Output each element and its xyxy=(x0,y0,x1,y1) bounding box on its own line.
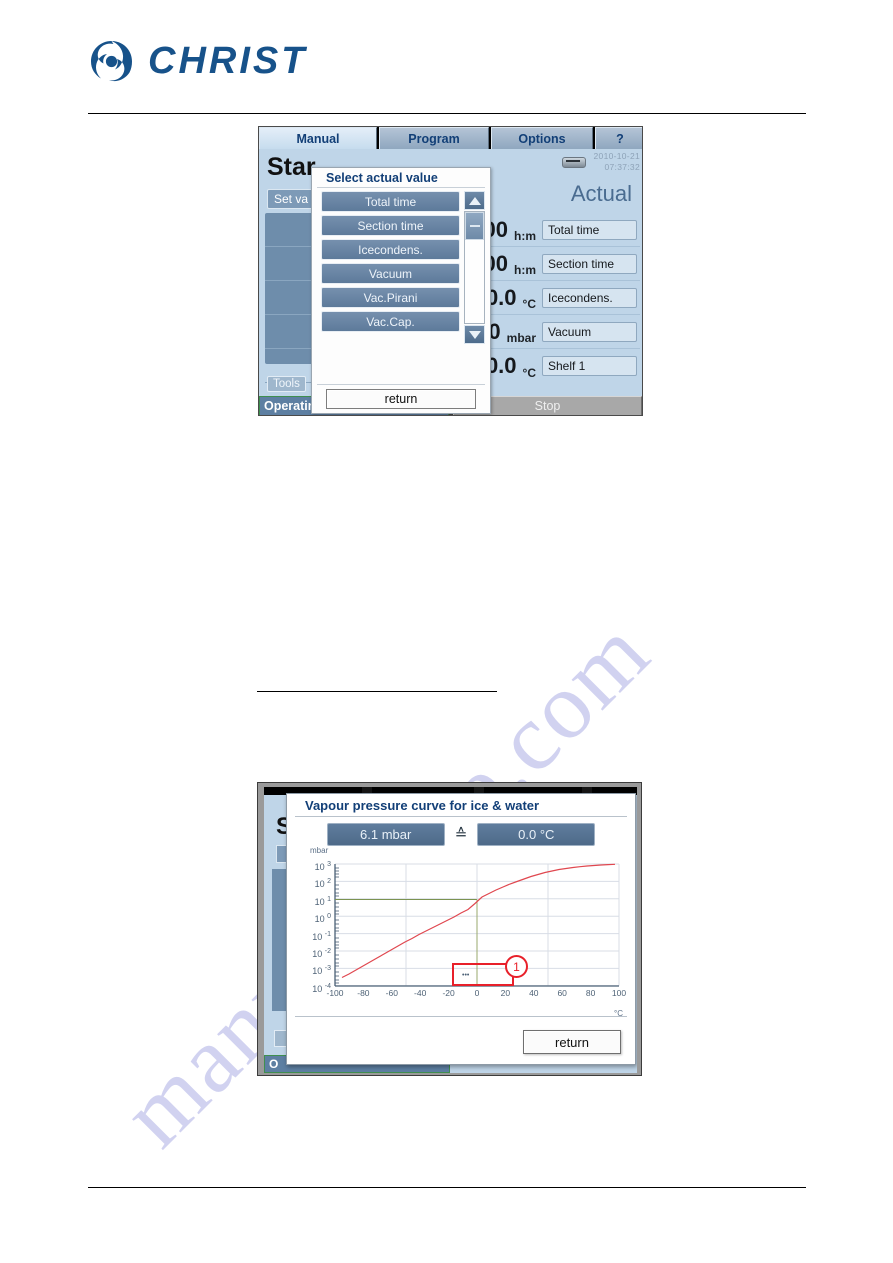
option-section-time[interactable]: Section time xyxy=(321,215,460,236)
chart-svg: ••• xyxy=(334,863,620,987)
svg-text:•••: ••• xyxy=(462,972,470,979)
dialog-list-area: Total time Section time Icecondens. Vacu… xyxy=(312,188,490,344)
x-tick-label: 40 xyxy=(529,988,539,998)
pressure-field[interactable]: 6.1 mbar xyxy=(326,823,445,846)
vapour-return-button[interactable]: return xyxy=(523,1030,621,1054)
actual-name-button[interactable]: Icecondens. xyxy=(542,287,637,308)
option-vac-pirani[interactable]: Vac.Pirani xyxy=(321,287,460,308)
y-tick-label: 10 -1 xyxy=(312,930,331,942)
actual-name-button[interactable]: Total time xyxy=(542,219,637,240)
return-button[interactable]: return xyxy=(326,389,476,409)
option-vacuum[interactable]: Vacuum xyxy=(321,263,460,284)
x-tick-label: 0 xyxy=(474,988,480,998)
y-tick-label: 10 0 xyxy=(314,913,331,925)
y-tick-label: 10 2 xyxy=(314,878,331,890)
device-screenshot-vapour-curve: S 9 O Vapour pressure curve for ice & wa… xyxy=(257,782,642,1076)
vapour-pressure-chart: mbar °C 10 3 10 2 10 1 10 0 10 -1 10 -2 … xyxy=(297,846,627,1018)
tab-options-label: Options xyxy=(518,131,566,146)
x-tick-label: 100 xyxy=(611,988,627,998)
tab-program[interactable]: Program xyxy=(379,127,489,149)
x-tick-label: -100 xyxy=(326,988,344,998)
christ-spiral-logo-icon xyxy=(88,38,135,85)
y-tick-label: 10 -2 xyxy=(312,948,331,959)
dialog-footer-divider xyxy=(295,1016,627,1017)
actual-unit: h:m xyxy=(514,263,536,277)
printer-icon xyxy=(561,154,586,168)
value-option-list: Total time Section time Icecondens. Vacu… xyxy=(321,191,460,344)
x-tick-label: 60 xyxy=(557,988,567,998)
section-divider xyxy=(257,691,497,692)
select-actual-value-dialog: Select actual value Total time Section t… xyxy=(311,167,491,414)
scrollbar-track[interactable] xyxy=(464,211,485,324)
actual-column-header: Actual xyxy=(570,181,632,206)
x-tick-label: -80 xyxy=(357,988,370,998)
actual-unit: °C xyxy=(522,366,536,380)
device-screen-background: S 9 O Vapour pressure curve for ice & wa… xyxy=(264,787,637,1073)
tab-bar: Manual Program Options ? xyxy=(259,127,642,149)
date-value: 2010-10-21 xyxy=(593,151,640,161)
scrollbar-grip-icon xyxy=(469,225,480,227)
x-tick-label: -40 xyxy=(414,988,427,998)
y-tick-label: 10 3 xyxy=(314,861,331,872)
date-time-display: 2010-10-21 07:37:32 xyxy=(594,151,640,173)
triangle-down-icon xyxy=(468,330,481,339)
tab-manual-label: Manual xyxy=(296,131,340,146)
vapour-value-controls: 6.1 mbar ≙ 0.0 °C xyxy=(287,823,635,846)
tab-options[interactable]: Options xyxy=(491,127,593,149)
scrollbar-thumb[interactable] xyxy=(465,212,484,240)
y-axis-unit-label: mbar xyxy=(310,846,329,855)
actual-unit: °C xyxy=(522,297,536,311)
dialog-title: Select actual value xyxy=(317,168,485,188)
vapour-pressure-dialog: Vapour pressure curve for ice & water 6.… xyxy=(286,793,636,1065)
set-value-chip[interactable]: Set va xyxy=(267,189,316,209)
x-tick-label: -20 xyxy=(442,988,455,998)
tools-button[interactable]: Tools xyxy=(267,376,306,392)
option-total-time[interactable]: Total time xyxy=(321,191,460,212)
tab-help-label: ? xyxy=(616,131,624,146)
x-tick-label: -60 xyxy=(385,988,398,998)
tab-program-label: Program xyxy=(408,131,460,146)
actual-unit: h:m xyxy=(514,229,536,243)
tab-help[interactable]: ? xyxy=(595,127,642,149)
option-vac-cap[interactable]: Vac.Cap. xyxy=(321,311,460,332)
status-line: 2010-10-21 07:37:32 xyxy=(561,151,640,173)
temperature-field[interactable]: 0.0 °C xyxy=(477,823,596,846)
scroll-up-button[interactable] xyxy=(464,191,485,210)
y-tick-label: 10 1 xyxy=(314,895,331,907)
screen-body: Star 2010-10-21 07:37:32 Set va Actual -… xyxy=(259,149,642,414)
device-screenshot-select-actual-value: Manual Program Options ? Star 2010-10-21 xyxy=(258,126,643,416)
dialog-scrollbar[interactable] xyxy=(464,191,485,344)
actual-name-button[interactable]: Vacuum xyxy=(542,321,637,342)
footer-divider xyxy=(88,1187,806,1188)
brand-logo: CHRIST xyxy=(88,38,307,85)
option-icecondens[interactable]: Icecondens. xyxy=(321,239,460,260)
y-tick-label: 10 -3 xyxy=(312,965,331,977)
vapour-dialog-title: Vapour pressure curve for ice & water xyxy=(295,794,627,817)
tab-manual[interactable]: Manual xyxy=(259,127,377,149)
callout-marker-1: 1 xyxy=(505,955,528,978)
brand-wordmark: CHRIST xyxy=(148,40,308,82)
header-divider xyxy=(88,113,806,114)
page-title: Star xyxy=(267,153,316,181)
actual-unit: mbar xyxy=(506,331,536,345)
scroll-down-button[interactable] xyxy=(464,325,485,344)
actual-name-button[interactable]: Shelf 1 xyxy=(542,356,637,376)
time-value: 07:37:32 xyxy=(604,162,640,172)
corresponds-to-icon: ≙ xyxy=(454,826,468,843)
x-tick-label: 20 xyxy=(500,988,511,998)
dialog-footer: return xyxy=(317,384,485,409)
actual-name-button[interactable]: Section time xyxy=(542,253,637,274)
x-tick-label: 80 xyxy=(585,988,596,998)
triangle-up-icon xyxy=(468,196,481,205)
